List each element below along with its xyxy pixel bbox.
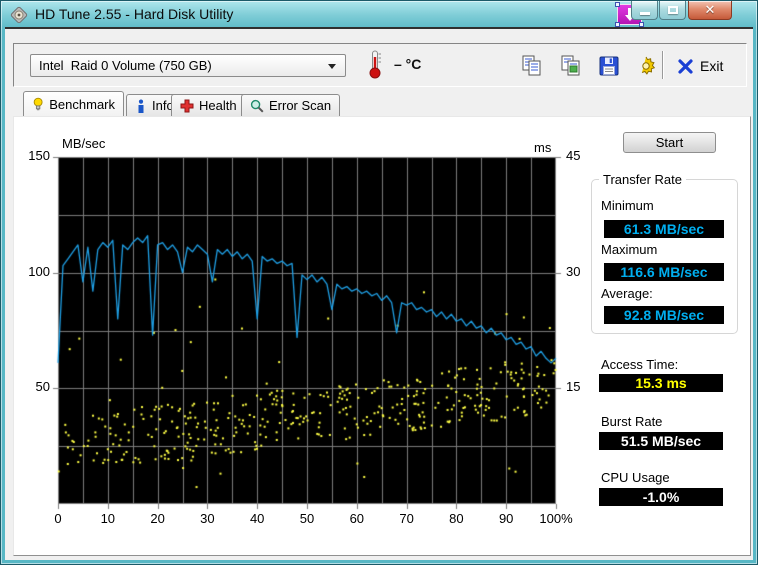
access-time-label: Access Time:	[601, 357, 679, 372]
toolbar-separator	[662, 51, 663, 79]
maximum-value: 116.6 MB/sec	[604, 263, 724, 281]
axis-tick-label: 60	[349, 511, 365, 526]
average-label: Average:	[601, 286, 653, 301]
close-icon: ✕	[704, 2, 716, 17]
info-icon	[138, 99, 144, 113]
axis-tick-label: 50	[35, 379, 50, 395]
exit-label: Exit	[700, 58, 724, 74]
app-icon	[10, 6, 28, 24]
axis-tick-label: 0	[54, 511, 62, 526]
burst-rate-label: Burst Rate	[601, 414, 663, 429]
axis-tick-label: 20	[150, 511, 165, 526]
thermometer-icon	[369, 50, 381, 79]
tab-label: Error Scan	[269, 98, 332, 113]
maximize-button[interactable]	[659, 1, 686, 20]
average-value: 92.8 MB/sec	[604, 306, 724, 324]
copy-screenshot-button[interactable]	[557, 52, 585, 80]
tab-error-scan[interactable]: Error Scan	[241, 94, 341, 116]
save-screenshot-button[interactable]	[595, 52, 623, 80]
toolbar: Intel Raid 0 Volume (750 GB) – °C Exit	[13, 43, 747, 87]
maximum-label: Maximum	[601, 242, 658, 257]
save-icon	[599, 56, 619, 76]
titlebar: HD Tune 2.55 - Hard Disk Utility ✕	[1, 1, 757, 29]
axis-tick-label: 80	[449, 511, 464, 526]
benchmark-chart	[52, 151, 562, 510]
minimize-icon	[640, 12, 650, 15]
drive-select-value: Intel Raid 0 Volume (750 GB)	[39, 58, 212, 73]
axis-tick-label: 30	[566, 263, 581, 279]
health-cross-icon	[180, 99, 194, 112]
temperature-reading: – °C	[394, 56, 422, 72]
tab-label: Health	[199, 98, 237, 113]
minimize-button[interactable]	[631, 1, 658, 20]
axis-tick-label: 100	[28, 263, 50, 279]
lightbulb-icon	[33, 97, 43, 110]
tab-health[interactable]: Health	[171, 94, 246, 116]
selection-handle	[615, 2, 620, 7]
tab-label: Benchmark	[49, 96, 115, 112]
tab-benchmark[interactable]: Benchmark	[23, 91, 124, 116]
window-title: HD Tune 2.55 - Hard Disk Utility	[35, 6, 234, 22]
start-button[interactable]: Start	[623, 132, 716, 153]
axis-tick-label: 100%	[539, 511, 573, 526]
axis-tick-label: 70	[399, 511, 414, 526]
benchmark-panel: MB/sec ms Start Transfer Rate Minimum 61…	[13, 116, 751, 556]
client-area: Intel Raid 0 Volume (750 GB) – °C Exit B…	[5, 27, 753, 560]
copy-text-button[interactable]	[518, 52, 546, 80]
cpu-usage-value: -1.0%	[599, 488, 723, 506]
magnifier-icon	[250, 99, 264, 113]
chevron-down-icon	[328, 64, 336, 69]
hd-tune-window: HD Tune 2.55 - Hard Disk Utility ✕ Intel…	[0, 0, 758, 565]
axis-tick-label: 90	[498, 511, 514, 526]
access-time-value: 15.3 ms	[599, 374, 723, 392]
options-gear-icon	[641, 56, 656, 75]
axis-tick-label: 30	[200, 511, 215, 526]
options-button[interactable]	[632, 52, 660, 80]
copy-icon	[522, 55, 541, 76]
minimum-value: 61.3 MB/sec	[604, 220, 724, 238]
transfer-rate-group: Transfer Rate Minimum 61.3 MB/sec Maximu…	[591, 172, 738, 334]
cpu-usage-label: CPU Usage	[601, 470, 670, 485]
exit-button[interactable]: Exit	[674, 52, 727, 80]
axis-tick-label: 15	[566, 379, 581, 395]
copy-image-icon	[561, 55, 580, 76]
axis-tick-label: 10	[100, 511, 116, 526]
burst-rate-value: 51.5 MB/sec	[599, 432, 723, 450]
close-button[interactable]: ✕	[688, 1, 732, 20]
axis-tick-label: 50	[299, 511, 315, 526]
group-title: Transfer Rate	[599, 172, 686, 187]
left-axis-unit-label: MB/sec	[62, 136, 106, 151]
drive-select[interactable]: Intel Raid 0 Volume (750 GB)	[30, 54, 346, 77]
axis-tick-label: 150	[28, 148, 50, 163]
axis-tick-label: 40	[249, 511, 265, 526]
maximize-icon	[668, 6, 678, 14]
axis-tick-label: 45	[566, 148, 581, 163]
minimum-label: Minimum	[601, 198, 654, 213]
exit-x-icon	[678, 58, 693, 74]
